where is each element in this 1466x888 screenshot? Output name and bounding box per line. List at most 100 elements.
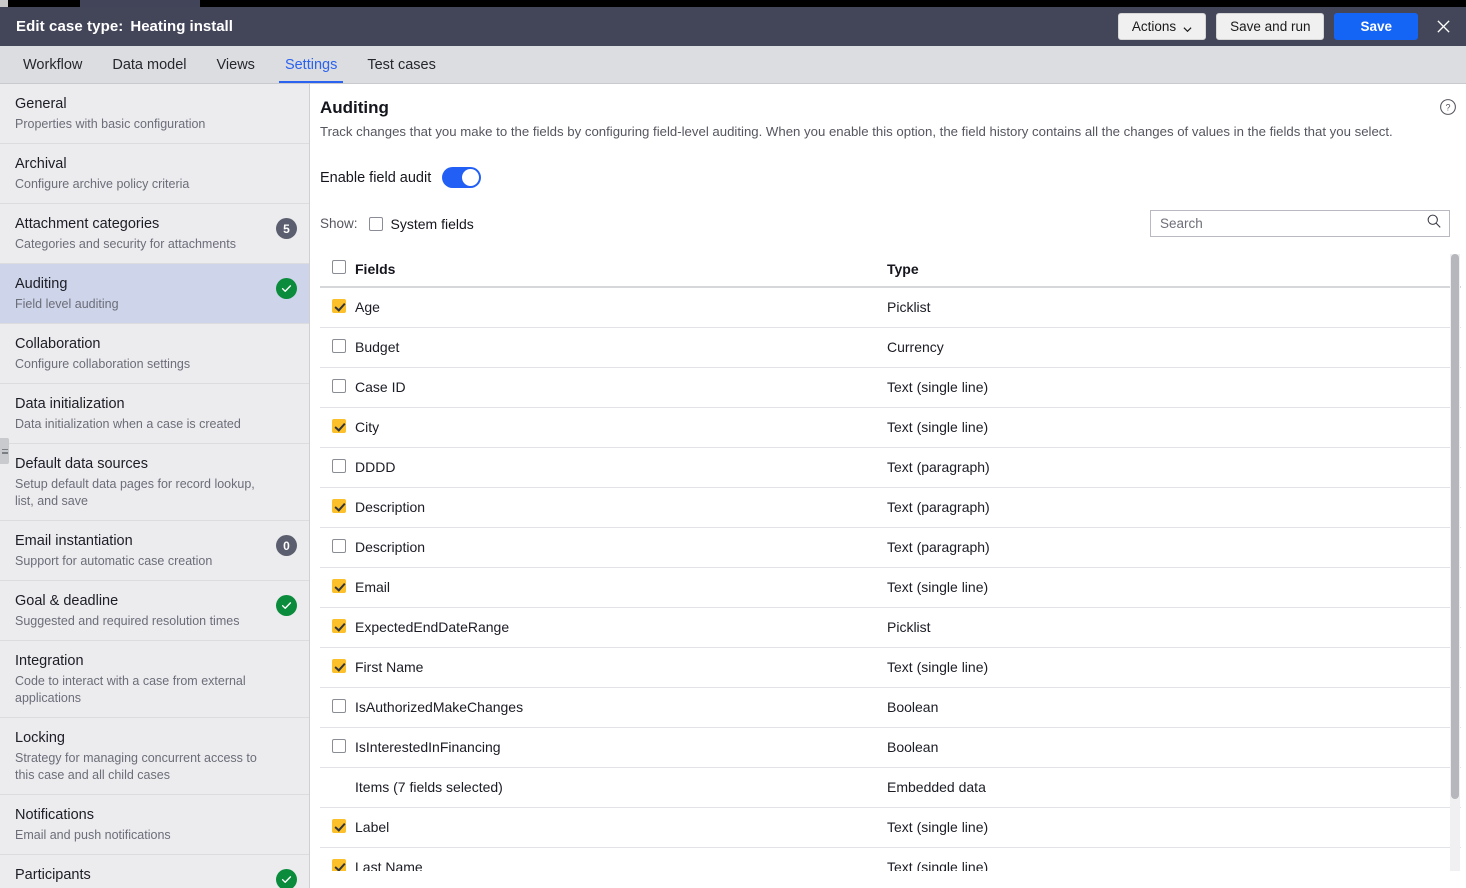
close-icon[interactable] xyxy=(1430,14,1456,40)
sidebar-item-email-instantiation[interactable]: Email instantiationSupport for automatic… xyxy=(0,521,309,581)
save-and-run-button[interactable]: Save and run xyxy=(1216,13,1324,40)
system-fields-label[interactable]: System fields xyxy=(391,216,474,232)
row-checkbox-cell xyxy=(320,727,355,767)
table-row[interactable]: LabelText (single line) xyxy=(320,807,1461,847)
sidebar-item-auditing[interactable]: AuditingField level auditing xyxy=(0,264,309,324)
sidebar-item-goal-deadline[interactable]: Goal & deadlineSuggested and required re… xyxy=(0,581,309,641)
tab-test-cases[interactable]: Test cases xyxy=(352,46,451,83)
field-name-cell: Budget xyxy=(355,327,887,367)
section-description: Track changes that you make to the field… xyxy=(320,123,1466,141)
tab-settings[interactable]: Settings xyxy=(270,46,352,83)
row-checkbox[interactable] xyxy=(332,339,346,353)
sidebar-resize-handle[interactable] xyxy=(0,438,9,464)
table-row[interactable]: AgePicklist xyxy=(320,287,1461,327)
table-row[interactable]: Last NameText (single line) xyxy=(320,847,1461,871)
field-type-cell: Text (single line) xyxy=(887,567,1461,607)
row-checkbox-cell xyxy=(320,407,355,447)
scrollbar-thumb[interactable] xyxy=(1451,254,1459,799)
row-checkbox[interactable] xyxy=(332,819,346,833)
sidebar-item-description: Properties with basic configuration xyxy=(15,116,293,133)
row-checkbox[interactable] xyxy=(332,579,346,593)
row-checkbox[interactable] xyxy=(332,299,346,313)
tab-views[interactable]: Views xyxy=(202,46,270,83)
search-icon[interactable] xyxy=(1426,213,1442,234)
row-checkbox-cell xyxy=(320,527,355,567)
sidebar-item-archival[interactable]: ArchivalConfigure archive policy criteri… xyxy=(0,144,309,204)
row-checkbox-cell xyxy=(320,647,355,687)
row-checkbox[interactable] xyxy=(332,859,346,872)
select-all-checkbox[interactable] xyxy=(332,260,346,274)
table-row[interactable]: CityText (single line) xyxy=(320,407,1461,447)
row-checkbox[interactable] xyxy=(332,459,346,473)
field-type-cell: Picklist xyxy=(887,607,1461,647)
browser-tab-strip xyxy=(0,0,1466,7)
title-bar-actions: Actions Save and run Save xyxy=(1118,13,1456,40)
enable-field-audit-label: Enable field audit xyxy=(320,170,431,186)
help-icon[interactable]: ? xyxy=(1439,98,1457,116)
column-header-fields[interactable]: Fields xyxy=(355,254,887,287)
actions-button[interactable]: Actions xyxy=(1118,13,1206,40)
sidebar-item-attachment-categories[interactable]: Attachment categoriesCategories and secu… xyxy=(0,204,309,264)
table-row[interactable]: DescriptionText (paragraph) xyxy=(320,487,1461,527)
search-box[interactable] xyxy=(1150,210,1450,237)
field-name-cell: City xyxy=(355,407,887,447)
sidebar-item-label: Data initialization xyxy=(15,394,293,414)
table-row[interactable]: First NameText (single line) xyxy=(320,647,1461,687)
fields-table-scrollbar[interactable] xyxy=(1450,254,1460,871)
sidebar-item-count-badge: 5 xyxy=(276,218,297,239)
row-checkbox-cell xyxy=(320,327,355,367)
sidebar-item-label: General xyxy=(15,94,293,114)
row-checkbox[interactable] xyxy=(332,539,346,553)
sidebar-item-default-data-sources[interactable]: Default data sourcesSetup default data p… xyxy=(0,444,309,521)
sidebar-item-description: Configure collaboration settings xyxy=(15,356,293,373)
field-name-link[interactable]: Items (7 fields selected) xyxy=(355,767,887,807)
row-checkbox[interactable] xyxy=(332,619,346,633)
table-row[interactable]: Items (7 fields selected)Embedded data xyxy=(320,767,1461,807)
sidebar-item-locking[interactable]: LockingStrategy for managing concurrent … xyxy=(0,718,309,795)
sidebar-item-description: Configure archive policy criteria xyxy=(15,176,293,193)
sidebar-item-collaboration[interactable]: CollaborationConfigure collaboration set… xyxy=(0,324,309,384)
table-row[interactable]: IsInterestedInFinancingBoolean xyxy=(320,727,1461,767)
sidebar-item-general[interactable]: General Properties with basic configurati… xyxy=(0,84,309,144)
row-checkbox-cell xyxy=(320,607,355,647)
sidebar-item-label: Auditing xyxy=(15,274,293,294)
field-type-cell: Embedded data xyxy=(887,767,1461,807)
enable-field-audit-toggle[interactable] xyxy=(442,167,481,188)
table-row[interactable]: IsAuthorizedMakeChangesBoolean xyxy=(320,687,1461,727)
row-checkbox[interactable] xyxy=(332,379,346,393)
table-row[interactable]: EmailText (single line) xyxy=(320,567,1461,607)
field-type-cell: Boolean xyxy=(887,687,1461,727)
row-checkbox[interactable] xyxy=(332,699,346,713)
row-checkbox[interactable] xyxy=(332,659,346,673)
sidebar-item-label: Attachment categories xyxy=(15,214,293,234)
field-name-cell: Description xyxy=(355,527,887,567)
table-row[interactable]: BudgetCurrency xyxy=(320,327,1461,367)
column-header-type[interactable]: Type xyxy=(887,254,1461,287)
field-type-cell: Picklist xyxy=(887,287,1461,327)
row-checkbox-cell xyxy=(320,767,355,807)
sidebar-item-integration[interactable]: IntegrationCode to interact with a case … xyxy=(0,641,309,718)
case-type-name: Heating install xyxy=(130,18,233,35)
field-name-cell: Description xyxy=(355,487,887,527)
row-checkbox[interactable] xyxy=(332,419,346,433)
table-row[interactable]: Case IDText (single line) xyxy=(320,367,1461,407)
table-row[interactable]: DDDDText (paragraph) xyxy=(320,447,1461,487)
field-name-cell: Case ID xyxy=(355,367,887,407)
sidebar-item-label: Locking xyxy=(15,728,293,748)
sidebar-item-data-initialization[interactable]: Data initializationData initialization w… xyxy=(0,384,309,444)
system-fields-checkbox[interactable] xyxy=(369,217,383,231)
search-input[interactable] xyxy=(1160,216,1426,231)
tab-data-model[interactable]: Data model xyxy=(97,46,201,83)
sidebar-item-participants[interactable]: ParticipantsCase participants and associ… xyxy=(0,855,309,888)
sidebar-item-description: Email and push notifications xyxy=(15,827,293,844)
field-type-cell: Text (paragraph) xyxy=(887,527,1461,567)
sidebar-item-description: Support for automatic case creation xyxy=(15,553,293,570)
field-name-cell: Label xyxy=(355,807,887,847)
row-checkbox[interactable] xyxy=(332,739,346,753)
save-button[interactable]: Save xyxy=(1334,13,1418,40)
tab-workflow[interactable]: Workflow xyxy=(8,46,97,83)
row-checkbox[interactable] xyxy=(332,499,346,513)
table-row[interactable]: ExpectedEndDateRangePicklist xyxy=(320,607,1461,647)
sidebar-item-notifications[interactable]: NotificationsEmail and push notification… xyxy=(0,795,309,855)
table-row[interactable]: DescriptionText (paragraph) xyxy=(320,527,1461,567)
